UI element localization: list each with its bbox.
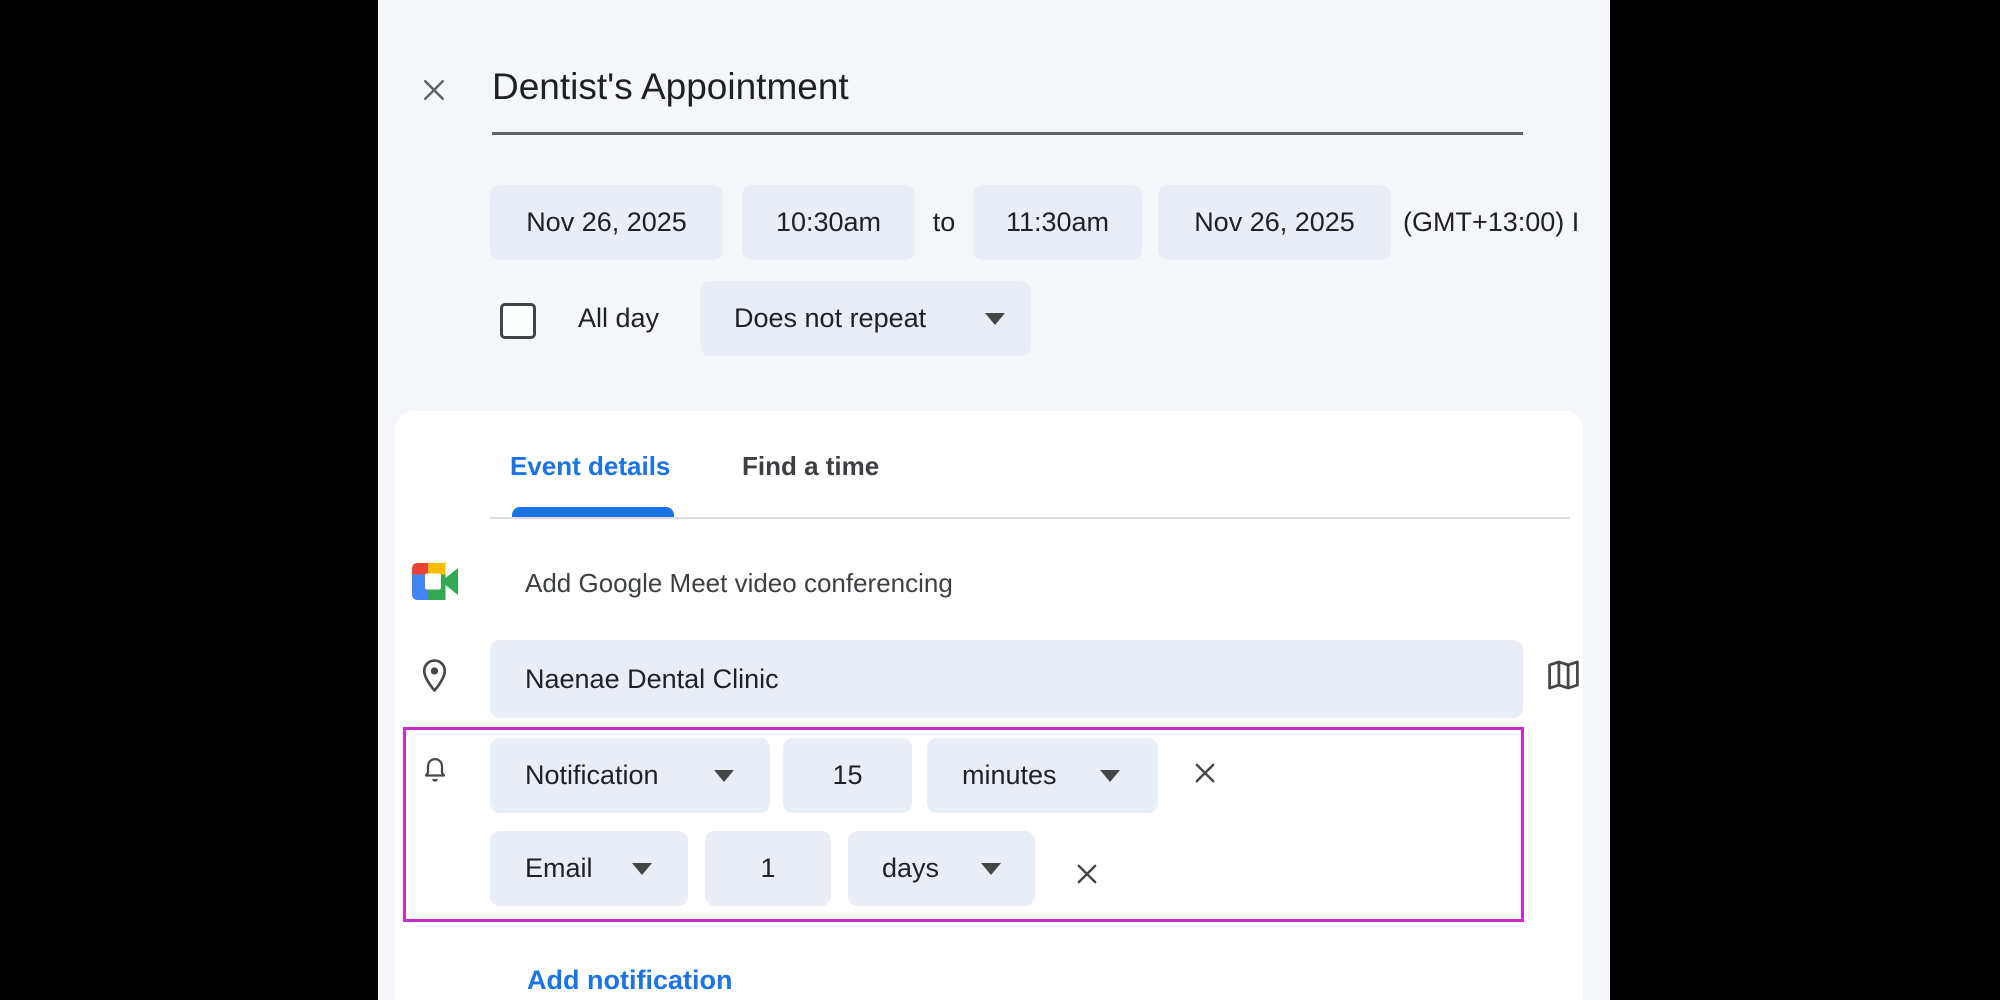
tabs-divider [490,517,1570,519]
end-date-field[interactable]: Nov 26, 2025 [1158,185,1391,260]
event-title-input[interactable]: Dentist's Appointment [492,58,849,116]
end-time-field[interactable]: 11:30am [973,185,1142,260]
recurrence-value: Does not repeat [734,303,926,334]
remove-icon [1073,860,1101,888]
chevron-down-icon [985,313,1005,325]
google-meet-icon [412,563,458,600]
notification-unit-dropdown[interactable]: minutes [927,738,1158,813]
notification-unit-value: days [882,853,939,884]
notification-unit-value: minutes [962,760,1057,791]
location-pin-icon [420,657,449,698]
notification-count-input[interactable]: 15 [783,738,912,813]
start-date-field[interactable]: Nov 26, 2025 [490,185,723,260]
chevron-down-icon [632,863,652,875]
show-map-button[interactable] [1538,652,1588,698]
all-day-checkbox[interactable] [500,303,536,339]
start-time-field[interactable]: 10:30am [742,185,915,260]
screenshot-stage: Dentist's Appointment Nov 26, 2025 10:30… [0,0,2000,1000]
bell-icon [421,752,449,792]
to-label: to [915,185,973,260]
tab-event-details[interactable]: Event details [510,450,670,482]
add-notification-button[interactable]: Add notification [527,962,732,998]
notification-count-input[interactable]: 1 [705,831,831,906]
chevron-down-icon [1100,770,1120,782]
close-button[interactable] [408,64,460,116]
close-icon [419,75,449,105]
title-underline [492,132,1523,135]
notification-unit-dropdown[interactable]: days [848,831,1035,906]
notification-type-dropdown[interactable]: Email [490,831,688,906]
notification-type-value: Notification [525,760,659,791]
location-value: Naenae Dental Clinic [525,664,779,695]
location-input[interactable]: Naenae Dental Clinic [490,640,1523,718]
remove-icon [1191,759,1219,787]
all-day-label: All day [578,281,659,356]
recurrence-dropdown[interactable]: Does not repeat [700,281,1031,356]
chevron-down-icon [981,863,1001,875]
tab-find-a-time[interactable]: Find a time [742,450,879,482]
chevron-down-icon [714,770,734,782]
timezone-label[interactable]: (GMT+13:00) I [1403,185,1579,260]
notification-type-dropdown[interactable]: Notification [490,738,770,813]
notification-type-value: Email [525,853,593,884]
remove-notification-button[interactable] [1064,851,1110,897]
add-google-meet-button[interactable]: Add Google Meet video conferencing [525,566,953,600]
remove-notification-button[interactable] [1182,750,1228,796]
map-icon [1545,658,1582,692]
